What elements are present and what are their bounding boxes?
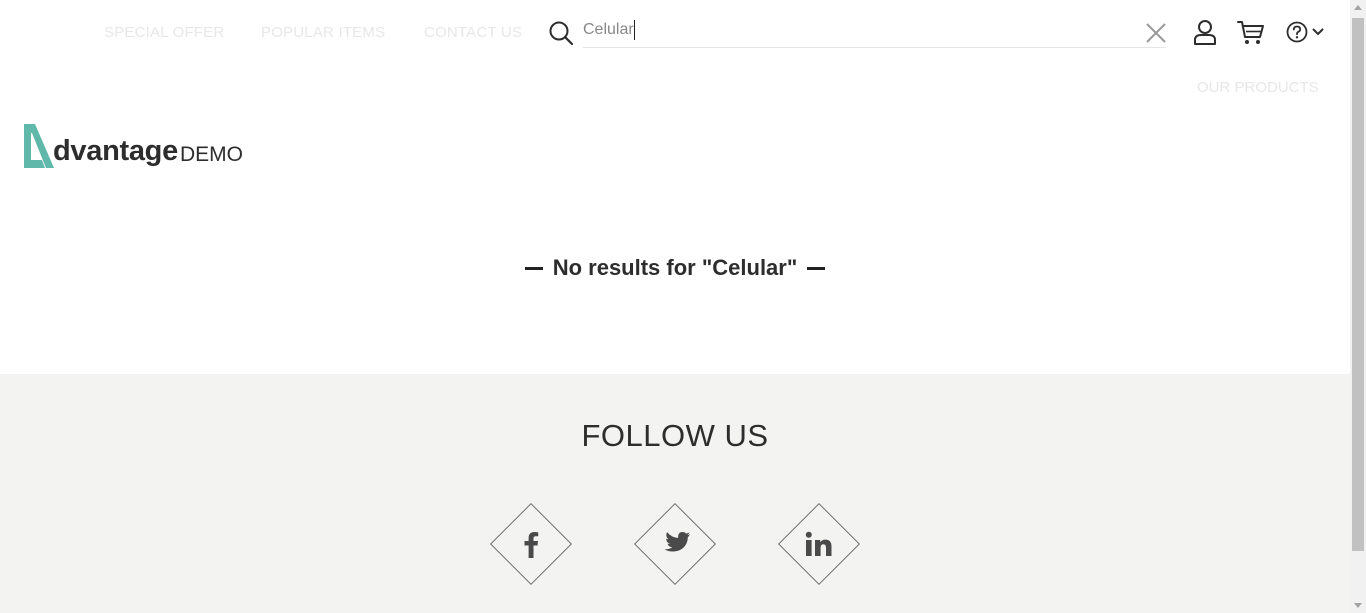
search-icon[interactable] (548, 20, 574, 46)
dash-left (524, 266, 543, 270)
facebook-icon (524, 532, 539, 558)
nav-special-offer[interactable]: SPECIAL OFFER (104, 24, 224, 41)
facebook-link[interactable] (489, 502, 573, 586)
dash-right (807, 266, 826, 270)
nav-contact-us[interactable]: CONTACT US (424, 24, 522, 41)
logo[interactable]: dvantage DEMO (22, 122, 252, 172)
linkedin-glyph (778, 503, 860, 585)
linkedin-link[interactable] (777, 502, 861, 586)
nav-our-products[interactable]: OUR PRODUCTS (1197, 79, 1319, 96)
footer: FOLLOW US (0, 374, 1350, 613)
scroll-thumb[interactable] (1352, 18, 1364, 551)
vertical-scrollbar[interactable] (1350, 0, 1366, 613)
user-icon[interactable] (1193, 19, 1217, 45)
twitter-glyph (634, 503, 716, 585)
close-icon[interactable] (1145, 22, 1167, 44)
logo-word: dvantage (53, 135, 178, 167)
text-caret (634, 20, 635, 40)
search-field (583, 14, 1166, 48)
twitter-link[interactable] (633, 502, 717, 586)
nav-popular-items[interactable]: POPULAR ITEMS (261, 24, 385, 41)
facebook-glyph (490, 503, 572, 585)
twitter-icon (664, 532, 690, 552)
cart-icon[interactable] (1237, 20, 1265, 46)
scroll-up-arrow[interactable] (1354, 5, 1362, 10)
top-navigation: SPECIAL OFFER POPULAR ITEMS CONTACT US C… (0, 0, 1350, 96)
follow-us-title: FOLLOW US (581, 418, 769, 453)
chevron-down-icon[interactable] (1312, 27, 1324, 37)
logo-mark (24, 124, 54, 168)
no-results: No results for "Celular" (0, 255, 1350, 281)
help-icon[interactable] (1286, 21, 1308, 43)
logo-demo: DEMO (180, 143, 243, 166)
no-results-message: No results for "Celular" (552, 255, 798, 280)
search-input[interactable] (583, 18, 1123, 42)
linkedin-icon (805, 531, 832, 556)
scroll-down-arrow[interactable] (1354, 603, 1362, 608)
page: SPECIAL OFFER POPULAR ITEMS CONTACT US C… (0, 0, 1350, 613)
